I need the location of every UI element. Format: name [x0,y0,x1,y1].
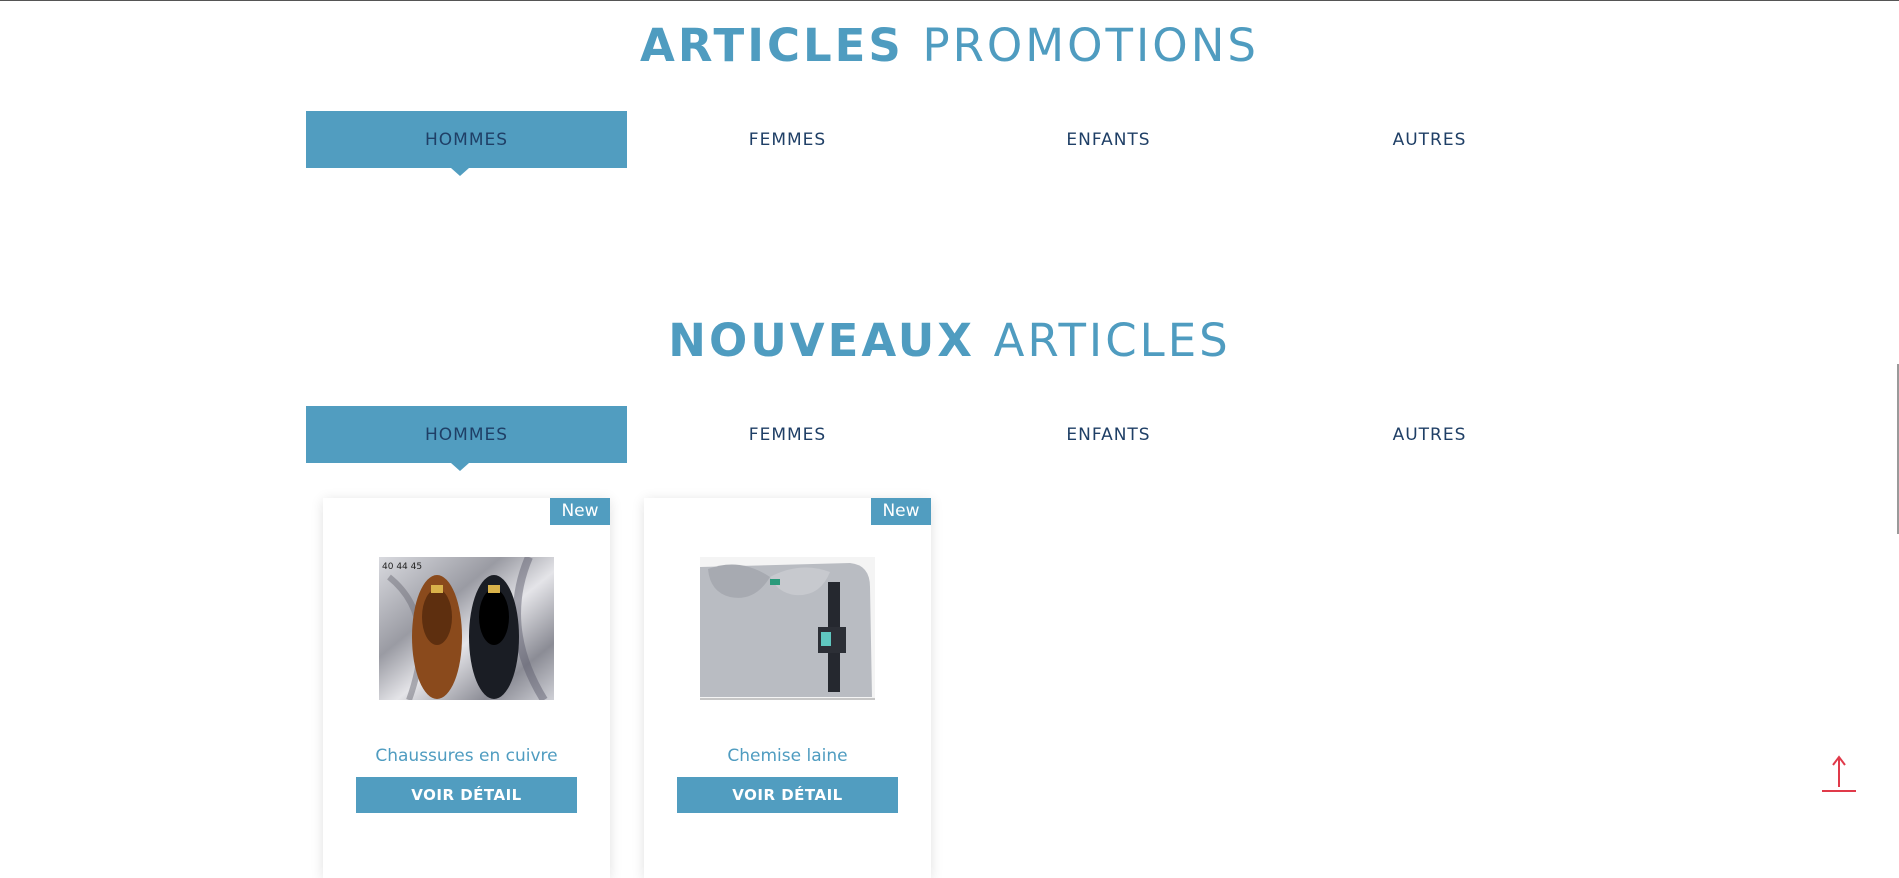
promotions-tab-autres[interactable]: AUTRES [1269,111,1590,168]
new-articles-title: NOUVEAUX ARTICLES [0,318,1899,363]
new-articles-tab-enfants[interactable]: ENFANTS [948,406,1269,463]
product-name[interactable]: Chaussures en cuivre [323,746,610,766]
promotions-tab-enfants[interactable]: ENFANTS [948,111,1269,168]
product-name[interactable]: Chemise laine [644,746,931,766]
promotions-title-light: PROMOTIONS [922,19,1259,72]
arrow-up-icon [1822,755,1856,792]
new-articles-tabs: HOMMES FEMMES ENFANTS AUTRES [306,406,1590,471]
shirt-image[interactable] [700,557,875,700]
new-articles-title-strong: NOUVEAUX [668,314,975,367]
new-articles-tab-hommes[interactable]: HOMMES [306,406,627,471]
new-badge: New [871,498,931,525]
promotions-tabs: HOMMES FEMMES ENFANTS AUTRES [306,111,1590,176]
promotions-title: ARTICLES PROMOTIONS [0,23,1899,68]
new-articles-tab-femmes[interactable]: FEMMES [627,406,948,463]
new-articles-tab-autres[interactable]: AUTRES [1269,406,1590,463]
shoe-sizes-text: 40 44 45 [382,562,422,572]
shoes-image[interactable]: 40 44 45 [379,557,554,700]
new-badge: New [550,498,610,525]
product-card: New Chemise laine VOIR DÉTAIL [644,498,931,878]
scroll-to-top-button[interactable] [1820,753,1858,793]
view-detail-button[interactable]: VOIR DÉTAIL [677,777,898,813]
promotions-tab-femmes[interactable]: FEMMES [627,111,948,168]
view-detail-button[interactable]: VOIR DÉTAIL [356,777,577,813]
promotions-title-strong: ARTICLES [640,19,904,72]
promotions-tab-hommes[interactable]: HOMMES [306,111,627,176]
product-card: New 40 44 45 Chaussures en cuivre VOIR D… [323,498,610,878]
new-articles-title-light: ARTICLES [993,314,1231,367]
